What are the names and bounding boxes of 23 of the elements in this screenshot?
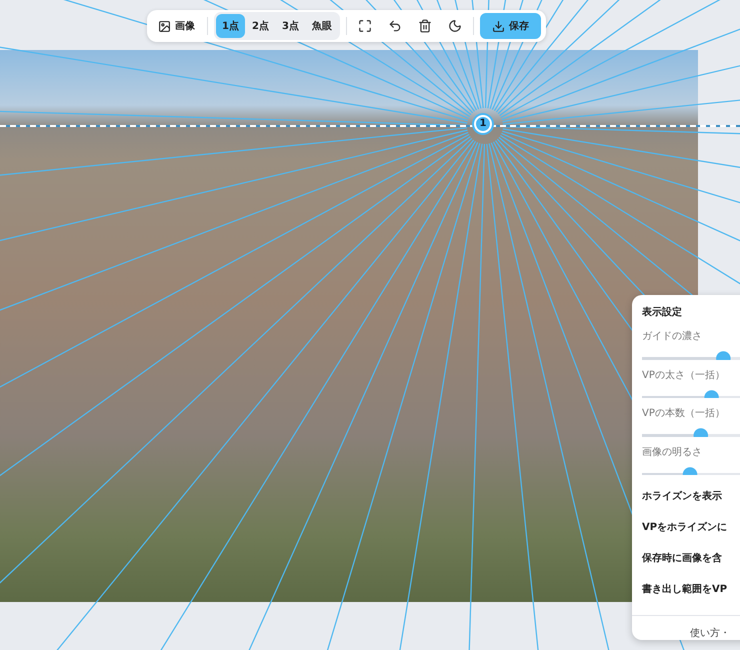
help-link[interactable]: 使い方・ [690, 626, 730, 640]
slider-label: ガイドの濃さ [642, 330, 702, 343]
mode-tab[interactable]: 魚眼 [306, 14, 338, 38]
image-icon [158, 20, 171, 32]
toggle-label: VPをホライズンに [642, 520, 728, 534]
undo-icon [388, 19, 402, 33]
fullscreen-icon [358, 19, 372, 33]
mode-tab[interactable]: 3点 [276, 14, 305, 38]
moon-icon [448, 19, 462, 33]
download-icon [492, 20, 505, 32]
mode-tab[interactable]: 1点 [216, 14, 245, 38]
trash-icon [418, 19, 432, 33]
save-button[interactable]: 保存 [480, 13, 541, 39]
slider-label: VPの本数（一括） [642, 406, 725, 420]
image-button[interactable]: 画像 [152, 14, 201, 38]
mode-tab[interactable]: 2点 [246, 14, 275, 38]
slider-label: VPの太さ（一括） [642, 368, 725, 382]
toggle-label: 書き出し範囲をVP [642, 582, 728, 596]
vanishing-point-marker[interactable]: 1 [474, 115, 492, 133]
toggle-label: 保存時に画像を含 [642, 552, 722, 566]
slider-label: 画像の明るさ [642, 446, 702, 459]
panel-title: 表示設定 [642, 305, 682, 319]
toggle-label: ホライズンを表示 [642, 490, 722, 504]
